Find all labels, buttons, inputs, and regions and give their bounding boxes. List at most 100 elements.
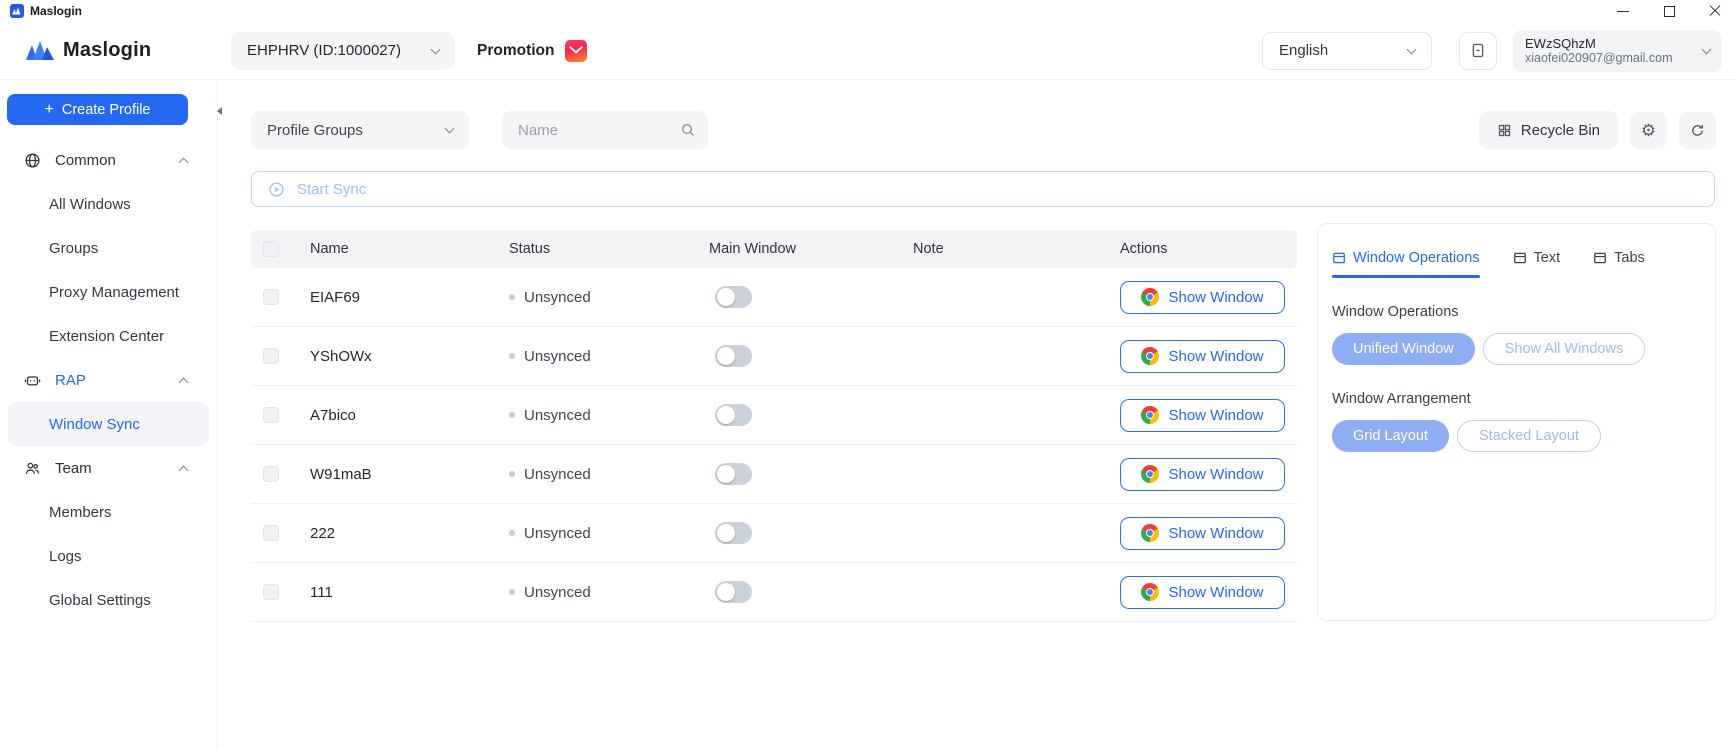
main-window-toggle[interactable] <box>715 345 752 367</box>
column-header-status: Status <box>494 241 694 257</box>
promotion-link[interactable]: Promotion <box>477 40 587 62</box>
show-window-label: Show Window <box>1168 466 1263 483</box>
show-window-button[interactable]: Show Window <box>1120 517 1285 550</box>
show-window-button[interactable]: Show Window <box>1120 458 1285 491</box>
column-header-actions: Actions <box>1102 241 1297 257</box>
refresh-button[interactable] <box>1679 112 1716 149</box>
minimize-icon[interactable] <box>1617 5 1629 17</box>
language-dropdown[interactable]: English <box>1262 32 1432 70</box>
status-cell: Unsynced <box>494 348 694 365</box>
status-dot-icon <box>509 294 515 300</box>
account-name: EWzSQhzM <box>1525 36 1703 51</box>
column-header-name: Name <box>295 241 494 257</box>
status-text: Unsynced <box>524 466 591 483</box>
window-icon <box>1593 251 1607 265</box>
panel-tabs: Window Operations Text <box>1332 250 1701 278</box>
main-window-toggle[interactable] <box>715 581 752 603</box>
main-window-toggle[interactable] <box>715 286 752 308</box>
profiles-table: Name Status Main Window Note Actions EIA… <box>251 230 1297 622</box>
chevron-up-icon <box>179 377 189 387</box>
promotion-label: Promotion <box>477 42 555 60</box>
sidebar-item-proxy-management[interactable]: Proxy Management <box>0 270 217 314</box>
team-selector-dropdown[interactable]: EHPHRV (ID:1000027) <box>231 32 455 70</box>
main-window-toggle[interactable] <box>715 404 752 426</box>
row-checkbox[interactable] <box>263 525 279 541</box>
tab-text[interactable]: Text <box>1513 250 1561 278</box>
toggle-knob <box>717 465 735 483</box>
status-dot-icon <box>509 589 515 595</box>
tab-label: Text <box>1534 250 1561 266</box>
sidebar-section-common[interactable]: Common <box>0 138 217 182</box>
show-window-button[interactable]: Show Window <box>1120 576 1285 609</box>
main-window-toggle[interactable] <box>715 522 752 544</box>
sidebar-item-global-settings[interactable]: Global Settings <box>0 578 217 622</box>
tab-window-operations[interactable]: Window Operations <box>1332 250 1480 278</box>
show-all-windows-button[interactable]: Show All Windows <box>1483 333 1645 365</box>
search-box <box>502 111 708 149</box>
app-header: Maslogin EHPHRV (ID:1000027) Promotion E… <box>0 22 1735 80</box>
tab-label: Window Operations <box>1353 250 1480 266</box>
app-window: Maslogin Maslogin EHPHRV (ID:1000027) <box>0 0 1735 749</box>
table-row: YShOWx Unsynced Show Window <box>251 327 1297 386</box>
show-window-label: Show Window <box>1168 407 1263 424</box>
gear-icon: ⚙ <box>1641 122 1656 139</box>
language-label: English <box>1279 42 1328 59</box>
table-header: Name Status Main Window Note Actions <box>251 230 1297 268</box>
stacked-layout-button[interactable]: Stacked Layout <box>1457 420 1601 452</box>
row-checkbox[interactable] <box>263 289 279 305</box>
show-window-button[interactable]: Show Window <box>1120 281 1285 314</box>
sidebar-item-logs[interactable]: Logs <box>0 534 217 578</box>
search-input[interactable] <box>518 122 680 139</box>
status-text: Unsynced <box>524 407 591 424</box>
robot-icon <box>24 372 41 389</box>
docs-button[interactable] <box>1459 32 1497 70</box>
profile-groups-dropdown[interactable]: Profile Groups <box>251 111 469 149</box>
recycle-bin-button[interactable]: Recycle Bin <box>1479 111 1618 149</box>
sidebar-section-rap[interactable]: RAP <box>0 358 217 402</box>
profile-name: A7bico <box>310 407 356 424</box>
sidebar-section-label: Team <box>55 460 180 477</box>
grid-layout-button[interactable]: Grid Layout <box>1332 420 1449 452</box>
sidebar-section-team[interactable]: Team <box>0 446 217 490</box>
maximize-icon[interactable] <box>1663 5 1675 17</box>
sidebar-item-extension-center[interactable]: Extension Center <box>0 314 217 358</box>
column-header-note: Note <box>898 241 1102 257</box>
sidebar-section-label: Common <box>55 152 180 169</box>
sidebar: + Create Profile Common All Windows Grou… <box>0 80 218 749</box>
chrome-icon <box>1141 288 1159 306</box>
section-title-window-operations: Window Operations <box>1332 304 1701 320</box>
show-window-button[interactable]: Show Window <box>1120 399 1285 432</box>
sidebar-item-all-windows[interactable]: All Windows <box>0 182 217 226</box>
brand-name: Maslogin <box>63 39 151 62</box>
play-circle-icon <box>268 181 285 198</box>
profile-groups-label: Profile Groups <box>267 122 363 139</box>
row-checkbox[interactable] <box>263 348 279 364</box>
section-title-window-arrangement: Window Arrangement <box>1332 391 1701 407</box>
start-sync-button[interactable]: Start Sync <box>251 171 1715 207</box>
create-profile-button[interactable]: + Create Profile <box>7 94 188 125</box>
unified-window-button[interactable]: Unified Window <box>1332 333 1475 365</box>
refresh-icon <box>1690 123 1705 138</box>
row-checkbox[interactable] <box>263 407 279 423</box>
settings-button[interactable]: ⚙ <box>1630 112 1667 149</box>
row-checkbox[interactable] <box>263 584 279 600</box>
sidebar-item-window-sync[interactable]: Window Sync <box>8 402 209 446</box>
account-menu[interactable]: EWzSQhzM xiaofei020907@gmail.com <box>1513 30 1722 72</box>
select-all-checkbox[interactable] <box>263 241 279 257</box>
titlebar-app-name: Maslogin <box>30 4 82 18</box>
sidebar-collapse-icon[interactable] <box>217 100 231 122</box>
chrome-icon <box>1141 347 1159 365</box>
row-checkbox[interactable] <box>263 466 279 482</box>
chevron-down-icon <box>1407 44 1417 54</box>
status-dot-icon <box>509 471 515 477</box>
sidebar-item-members[interactable]: Members <box>0 490 217 534</box>
close-icon[interactable] <box>1709 5 1721 17</box>
toggle-knob <box>717 347 735 365</box>
red-envelope-icon <box>565 40 587 62</box>
sidebar-item-groups[interactable]: Groups <box>0 226 217 270</box>
globe-icon <box>24 152 41 169</box>
tab-tabs[interactable]: Tabs <box>1593 250 1645 278</box>
toggle-knob <box>717 583 735 601</box>
show-window-button[interactable]: Show Window <box>1120 340 1285 373</box>
main-window-toggle[interactable] <box>715 463 752 485</box>
